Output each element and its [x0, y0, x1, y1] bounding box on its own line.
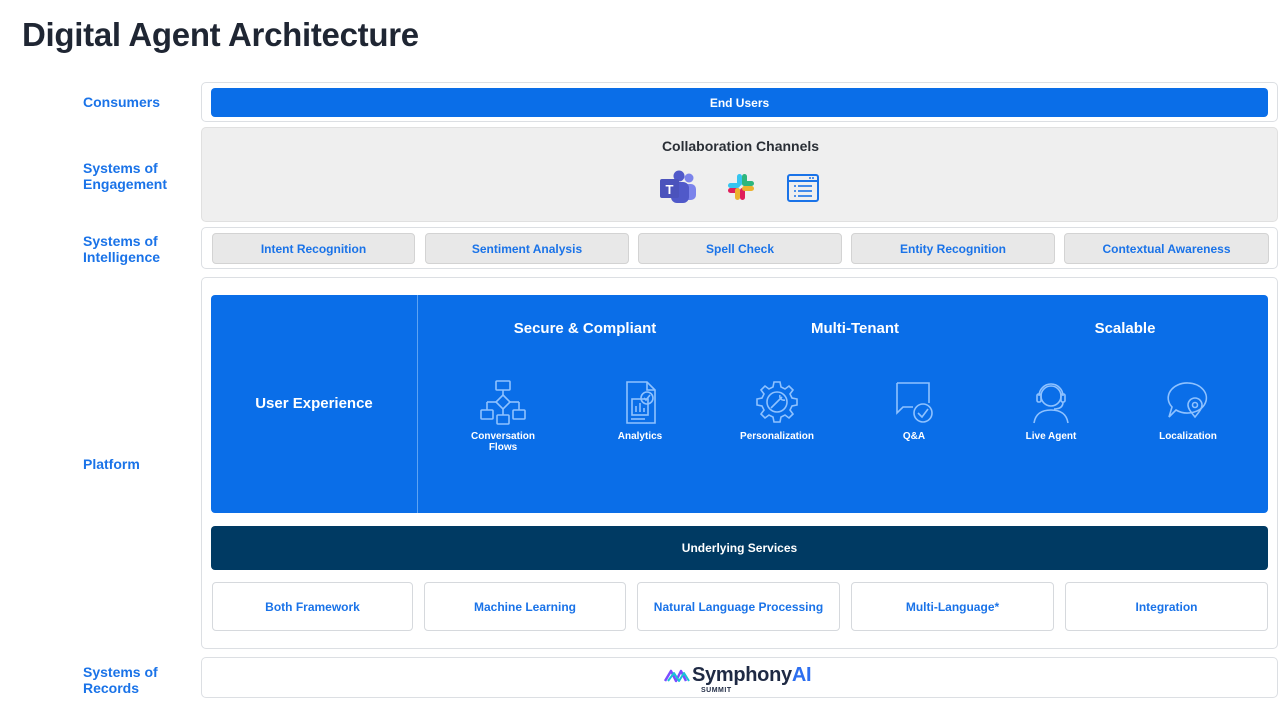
location-chat-icon — [1167, 382, 1208, 419]
feature-personalization: Personalization — [717, 379, 837, 442]
service-item: Multi-Language* — [851, 582, 1054, 631]
platform-heading: Secure & Compliant — [513, 320, 657, 337]
brand-main: Symphony — [692, 664, 792, 686]
layer-label-platform: Platform — [83, 456, 140, 472]
headset-agent-icon — [1033, 383, 1069, 424]
user-experience-label: User Experience — [255, 395, 373, 412]
teams-icon: T — [659, 170, 697, 204]
gear-wrench-icon — [756, 381, 798, 423]
engagement-panel: Collaboration Channels T — [201, 127, 1278, 222]
intelligence-item: Contextual Awareness — [1064, 233, 1269, 264]
intelligence-item: Entity Recognition — [851, 233, 1055, 264]
page-title: Digital Agent Architecture — [22, 16, 419, 53]
feature-label: Conversation Flows — [471, 431, 535, 453]
platform-heading: Scalable — [1094, 320, 1156, 337]
feature-qa: Q&A — [854, 379, 974, 442]
layer-label-engagement: Systems of Engagement — [83, 160, 168, 192]
platform-panel: User Experience Secure & Compliant Multi… — [201, 277, 1278, 649]
feature-localization: Localization — [1128, 379, 1248, 442]
slack-icon — [726, 172, 756, 202]
service-item: Integration — [1065, 582, 1268, 631]
feature-live-agent: Live Agent — [991, 379, 1111, 442]
platform-heading: Multi-Tenant — [810, 320, 900, 337]
intelligence-panel: Intent Recognition Sentiment Analysis Sp… — [201, 227, 1278, 269]
service-item: Both Framework — [212, 582, 413, 631]
service-item: Natural Language Processing — [637, 582, 840, 631]
records-panel: SymphonyAI SUMMIT — [201, 657, 1278, 698]
flowchart-icon — [480, 380, 526, 425]
collaboration-channels-title: Collaboration Channels — [661, 138, 820, 154]
intelligence-item: Sentiment Analysis — [425, 233, 629, 264]
feature-label: Analytics — [617, 431, 663, 442]
symphonyai-logo: SymphonyAI SUMMIT — [664, 664, 824, 696]
web-chat-icon — [786, 173, 820, 203]
layer-label-intelligence: Systems of Intelligence — [83, 233, 161, 265]
feature-label: Localization — [1159, 431, 1217, 442]
user-experience-divider — [417, 295, 418, 513]
layer-label-consumers: Consumers — [83, 94, 161, 110]
feature-label: Live Agent — [1025, 431, 1077, 442]
symphonyai-mark-icon — [664, 669, 690, 683]
consumers-panel: End Users — [201, 82, 1278, 122]
symphonyai-wordmark: SymphonyAI — [692, 664, 812, 687]
underlying-services-bar: Underlying Services — [211, 526, 1268, 570]
feature-analytics: Analytics — [580, 379, 700, 442]
feature-label: Personalization — [740, 431, 814, 442]
intelligence-item: Spell Check — [638, 233, 842, 264]
svg-text:T: T — [666, 182, 674, 197]
platform-capabilities-block: User Experience Secure & Compliant Multi… — [211, 295, 1268, 513]
service-item: Machine Learning — [424, 582, 626, 631]
feature-conversation-flows: Conversation Flows — [443, 379, 563, 453]
brand-ai: AI — [791, 664, 812, 686]
brand-sub: SUMMIT — [701, 687, 732, 694]
feature-label: Q&A — [902, 431, 926, 442]
end-users-bar: End Users — [211, 88, 1268, 117]
intelligence-item: Intent Recognition — [212, 233, 415, 264]
chat-check-icon — [896, 382, 933, 423]
analytics-report-icon — [626, 381, 656, 424]
layer-label-records: Systems of Records — [83, 664, 158, 696]
